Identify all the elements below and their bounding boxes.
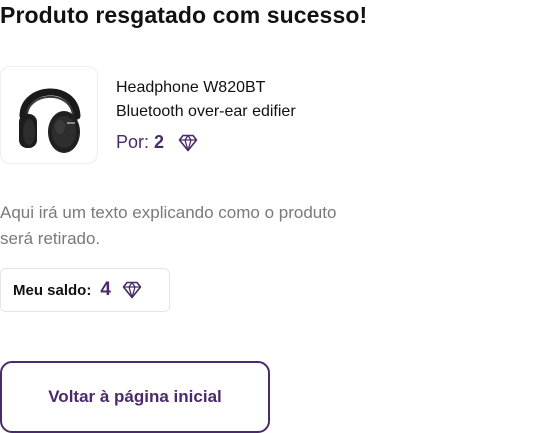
page-title: Produto resgatado com sucesso! bbox=[0, 2, 368, 28]
product-image bbox=[0, 66, 98, 164]
price-value: 2 bbox=[154, 132, 165, 152]
diamond-icon bbox=[122, 281, 142, 299]
product-name-line1: Headphone W820BT bbox=[116, 79, 266, 96]
product-name: Headphone W820BT Bluetooth over-ear edif… bbox=[116, 76, 376, 124]
pickup-description: Aqui irá um texto explicando como o prod… bbox=[0, 203, 337, 248]
balance-label: Meu saldo: bbox=[13, 281, 92, 299]
back-to-home-button[interactable]: Voltar à página inicial bbox=[0, 361, 270, 433]
price-label: Por: bbox=[116, 132, 150, 152]
balance-box: Meu saldo: 4 bbox=[0, 268, 170, 312]
headphone-image bbox=[19, 88, 81, 153]
product-name-line2: Bluetooth over-ear edifier bbox=[116, 103, 296, 120]
diamond-icon bbox=[178, 134, 198, 152]
product-price: Por: 2 bbox=[116, 132, 198, 153]
balance-value: 4 bbox=[100, 279, 111, 300]
redeem-success-page: Produto resgatado com sucesso! Headphone… bbox=[0, 0, 548, 433]
